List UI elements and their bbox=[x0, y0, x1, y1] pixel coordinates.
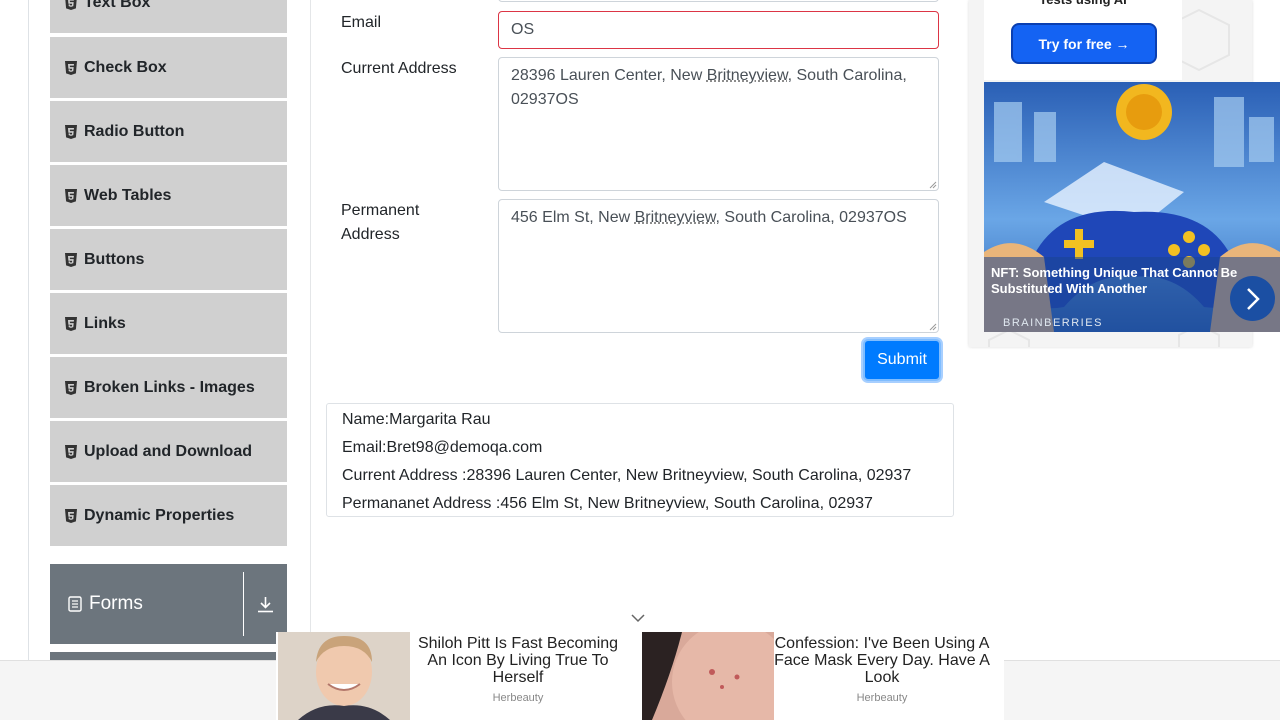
current-address-text: 28396 Lauren Center, New bbox=[511, 67, 707, 84]
html5-icon bbox=[65, 380, 77, 395]
sidebar-group-label: Forms bbox=[89, 593, 143, 614]
spellcheck-word: Britneyview bbox=[706, 67, 788, 84]
submit-button[interactable]: Submit bbox=[863, 339, 941, 381]
ad-brand: BRAINBERRIES bbox=[1003, 317, 1103, 329]
sidebar-item-dynamic-properties[interactable]: Dynamic Properties bbox=[50, 485, 287, 547]
output-current-address: Current Address :28396 Lauren Center, Ne… bbox=[342, 467, 912, 484]
ad-caption: NFT: Something Unique That Cannot Be Sub… bbox=[991, 265, 1238, 296]
sidebar-item-label: Text Box bbox=[84, 0, 151, 11]
output-name: Name:Margarita Rau bbox=[342, 411, 491, 428]
ad-headline-block[interactable]: Shiloh Pitt Is Fast Becoming An Icon By … bbox=[407, 635, 629, 704]
try-for-free-button[interactable]: Try for free → bbox=[1011, 23, 1157, 64]
current-address-label: Current Address bbox=[341, 60, 457, 77]
permanent-address-label-line: Address bbox=[341, 226, 400, 243]
sidebar-item-upload-download[interactable]: Upload and Download bbox=[50, 421, 287, 483]
sidebar-item-label: Upload and Download bbox=[84, 442, 252, 460]
email-label: Email bbox=[341, 14, 382, 31]
chevron-right-icon[interactable] bbox=[1230, 276, 1275, 321]
ad-headline: Confession: I've Been Using A Face Mask … bbox=[774, 635, 990, 686]
current-address-textarea[interactable]: 28396 Lauren Center, New Britneyview, So… bbox=[498, 57, 939, 191]
name-input-partial[interactable] bbox=[498, 0, 939, 2]
sidebar-group-forms[interactable]: Forms bbox=[50, 564, 287, 644]
sidebar-item-links[interactable]: Links bbox=[50, 293, 287, 355]
sidebar-item-broken-links[interactable]: Broken Links - Images bbox=[50, 357, 287, 419]
sidebar-item-label: Web Tables bbox=[84, 186, 172, 204]
sidebar-item-label: Links bbox=[84, 314, 126, 332]
ad-source: Herbeauty bbox=[856, 692, 908, 704]
sidebar-item-label: Dynamic Properties bbox=[84, 506, 235, 524]
sidebar-divider bbox=[310, 0, 311, 720]
ad-thumbnail[interactable] bbox=[642, 632, 774, 720]
resize-grip-icon[interactable] bbox=[929, 323, 937, 331]
html5-icon bbox=[65, 124, 77, 139]
sidebar-group-header: Forms bbox=[50, 572, 244, 636]
ad-source: Herbeauty bbox=[492, 692, 544, 704]
resize-grip-icon[interactable] bbox=[929, 181, 937, 189]
permanent-address-text: , South Carolina, 02937OS bbox=[715, 209, 907, 226]
html5-icon bbox=[65, 252, 77, 267]
chevron-down-icon[interactable] bbox=[630, 612, 646, 624]
sidebar-item-buttons[interactable]: Buttons bbox=[50, 229, 287, 291]
ad-thumbnail[interactable] bbox=[278, 632, 410, 720]
download-icon[interactable] bbox=[244, 596, 287, 613]
ad-headline-block[interactable]: Confession: I've Been Using A Face Mask … bbox=[771, 635, 993, 704]
form-icon bbox=[68, 596, 82, 612]
sidebar-item-web-tables[interactable]: Web Tables bbox=[50, 165, 287, 227]
sidebar-item-check-box[interactable]: Check Box bbox=[50, 37, 287, 99]
sidebar-item-label: Radio Button bbox=[84, 122, 185, 140]
html5-icon bbox=[65, 316, 77, 331]
sidebar-item-text-box[interactable]: Text Box bbox=[50, 0, 287, 34]
bottom-ad[interactable]: Shiloh Pitt Is Fast Becoming An Icon By … bbox=[276, 632, 1004, 720]
left-divider bbox=[28, 0, 29, 720]
spellcheck-word: Britneyview bbox=[634, 209, 716, 226]
permanent-address-textarea[interactable]: 456 Elm St, New Britneyview, South Carol… bbox=[498, 199, 939, 333]
email-field[interactable]: OS bbox=[498, 11, 939, 49]
page: Text Box Check Box Radio Button Web Tabl… bbox=[0, 0, 1280, 720]
permanent-address-label: Permanent Address bbox=[341, 199, 419, 247]
sidebar-item-radio-button[interactable]: Radio Button bbox=[50, 101, 287, 163]
sidebar-item-label: Broken Links - Images bbox=[84, 378, 255, 396]
ad-headline: Shiloh Pitt Is Fast Becoming An Icon By … bbox=[417, 635, 619, 686]
html5-icon bbox=[65, 444, 77, 459]
html5-icon bbox=[65, 0, 77, 10]
sidebar-item-label: Check Box bbox=[84, 58, 167, 76]
html5-icon bbox=[65, 508, 77, 523]
html5-icon bbox=[65, 60, 77, 75]
output-permanent-address: Permananet Address :456 Elm St, New Brit… bbox=[342, 495, 873, 512]
output-email: Email:Bret98@demoqa.com bbox=[342, 439, 543, 456]
permanent-address-text: 456 Elm St, New bbox=[511, 209, 635, 226]
sidebar-item-label: Buttons bbox=[84, 250, 145, 268]
html5-icon bbox=[65, 188, 77, 203]
output-box: Name:Margarita Rau Email:Bret98@demoqa.c… bbox=[326, 403, 954, 517]
permanent-address-label-line: Permanent bbox=[341, 202, 420, 219]
ad-top-text: Tests using AI bbox=[984, 0, 1182, 10]
